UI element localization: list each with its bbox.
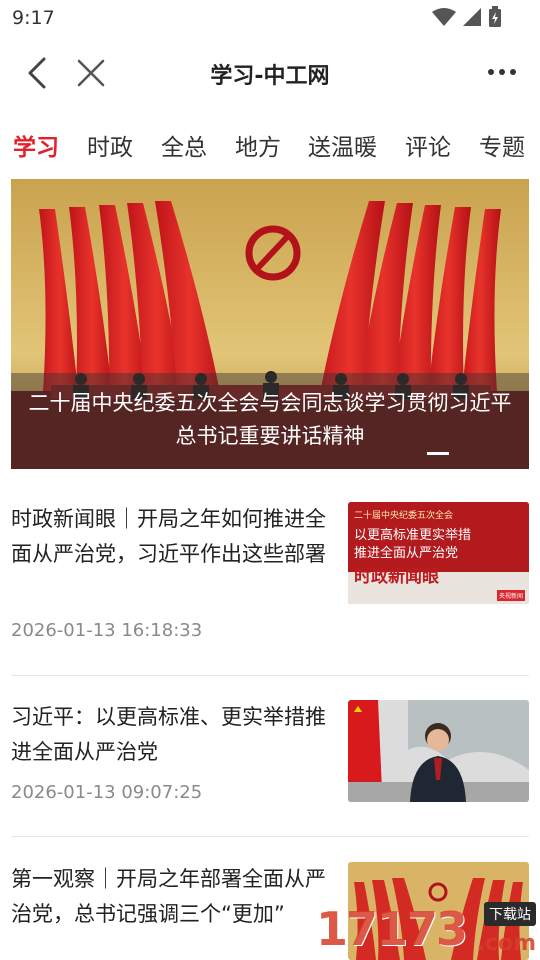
tab-special[interactable]: 专题 (479, 128, 525, 162)
news-item[interactable]: 习近平：以更高标准、更实举措推进全面从严治党 2026-01-13 09:07:… (11, 700, 529, 820)
thumb-brand: 时政新闻眼 (354, 567, 439, 587)
banner-caption: 二十届中央纪委五次全会与会同志谈学习贯彻习近平总书记重要讲话精神 (11, 373, 529, 469)
battery-icon (489, 6, 501, 27)
carousel-indicator (427, 452, 449, 455)
news-title: 第一观察｜开局之年部署全面从严治党，总书记强调三个“更加” (11, 867, 326, 926)
news-thumbnail (348, 700, 529, 802)
thumb-badge: 央视新闻 (496, 590, 525, 601)
tab-comment[interactable]: 评论 (405, 128, 451, 162)
watermark-domain: .com (476, 931, 536, 956)
news-item[interactable]: 时政新闻眼｜开局之年如何推进全面从严治党，习近平作出这些部署 2026-01-1… (11, 502, 529, 662)
news-title: 习近平：以更高标准、更实举措推进全面从严治党 (11, 705, 326, 764)
status-bar: 9:17 (0, 0, 540, 36)
watermark-tag: 下载站 (484, 902, 536, 926)
tab-acftu[interactable]: 全总 (161, 128, 207, 162)
thumb-text-line1: 二十届中央纪委五次全会 (354, 511, 454, 521)
page-title: 学习-中工网 (210, 64, 330, 89)
back-icon[interactable] (22, 56, 54, 90)
thumb-text-line2: 以更高标准更实举措 (354, 528, 472, 543)
news-time: 2026-01-13 16:18:33 (11, 620, 203, 641)
banner-carousel[interactable]: 二十届中央纪委五次全会与会同志谈学习贯彻习近平总书记重要讲话精神 (11, 179, 529, 469)
divider (11, 675, 529, 676)
more-icon[interactable] (486, 62, 518, 82)
divider (11, 836, 529, 837)
tab-study[interactable]: 学习 (13, 128, 59, 162)
thumb-text-line3: 推进全面从严治党 (354, 546, 459, 561)
wifi-icon (432, 8, 456, 26)
banner-caption-text: 二十届中央纪委五次全会与会同志谈学习贯彻习近平总书记重要讲话精神 (28, 391, 512, 448)
news-time: 2026-01-13 09:07:25 (11, 782, 203, 803)
signal-icon (463, 8, 481, 26)
watermark-number: 17173 (316, 902, 468, 956)
tab-warmth[interactable]: 送温暖 (308, 128, 377, 162)
close-icon[interactable] (74, 56, 108, 90)
tab-politics[interactable]: 时政 (87, 128, 133, 162)
status-time: 9:17 (12, 7, 55, 29)
watermark-logo: 17173 下载站 .com (316, 898, 540, 960)
category-tabs: 学习 时政 全总 地方 送温暖 评论 专题 (0, 124, 540, 168)
news-thumbnail: 二十届中央纪委五次全会 以更高标准更实举措 推进全面从严治党 时政新闻眼 央视新… (348, 502, 529, 604)
nav-bar: 学习-中工网 (0, 36, 540, 112)
news-title: 时政新闻眼｜开局之年如何推进全面从严治党，习近平作出这些部署 (11, 507, 326, 566)
tab-local[interactable]: 地方 (235, 128, 281, 162)
status-icons (432, 6, 502, 28)
